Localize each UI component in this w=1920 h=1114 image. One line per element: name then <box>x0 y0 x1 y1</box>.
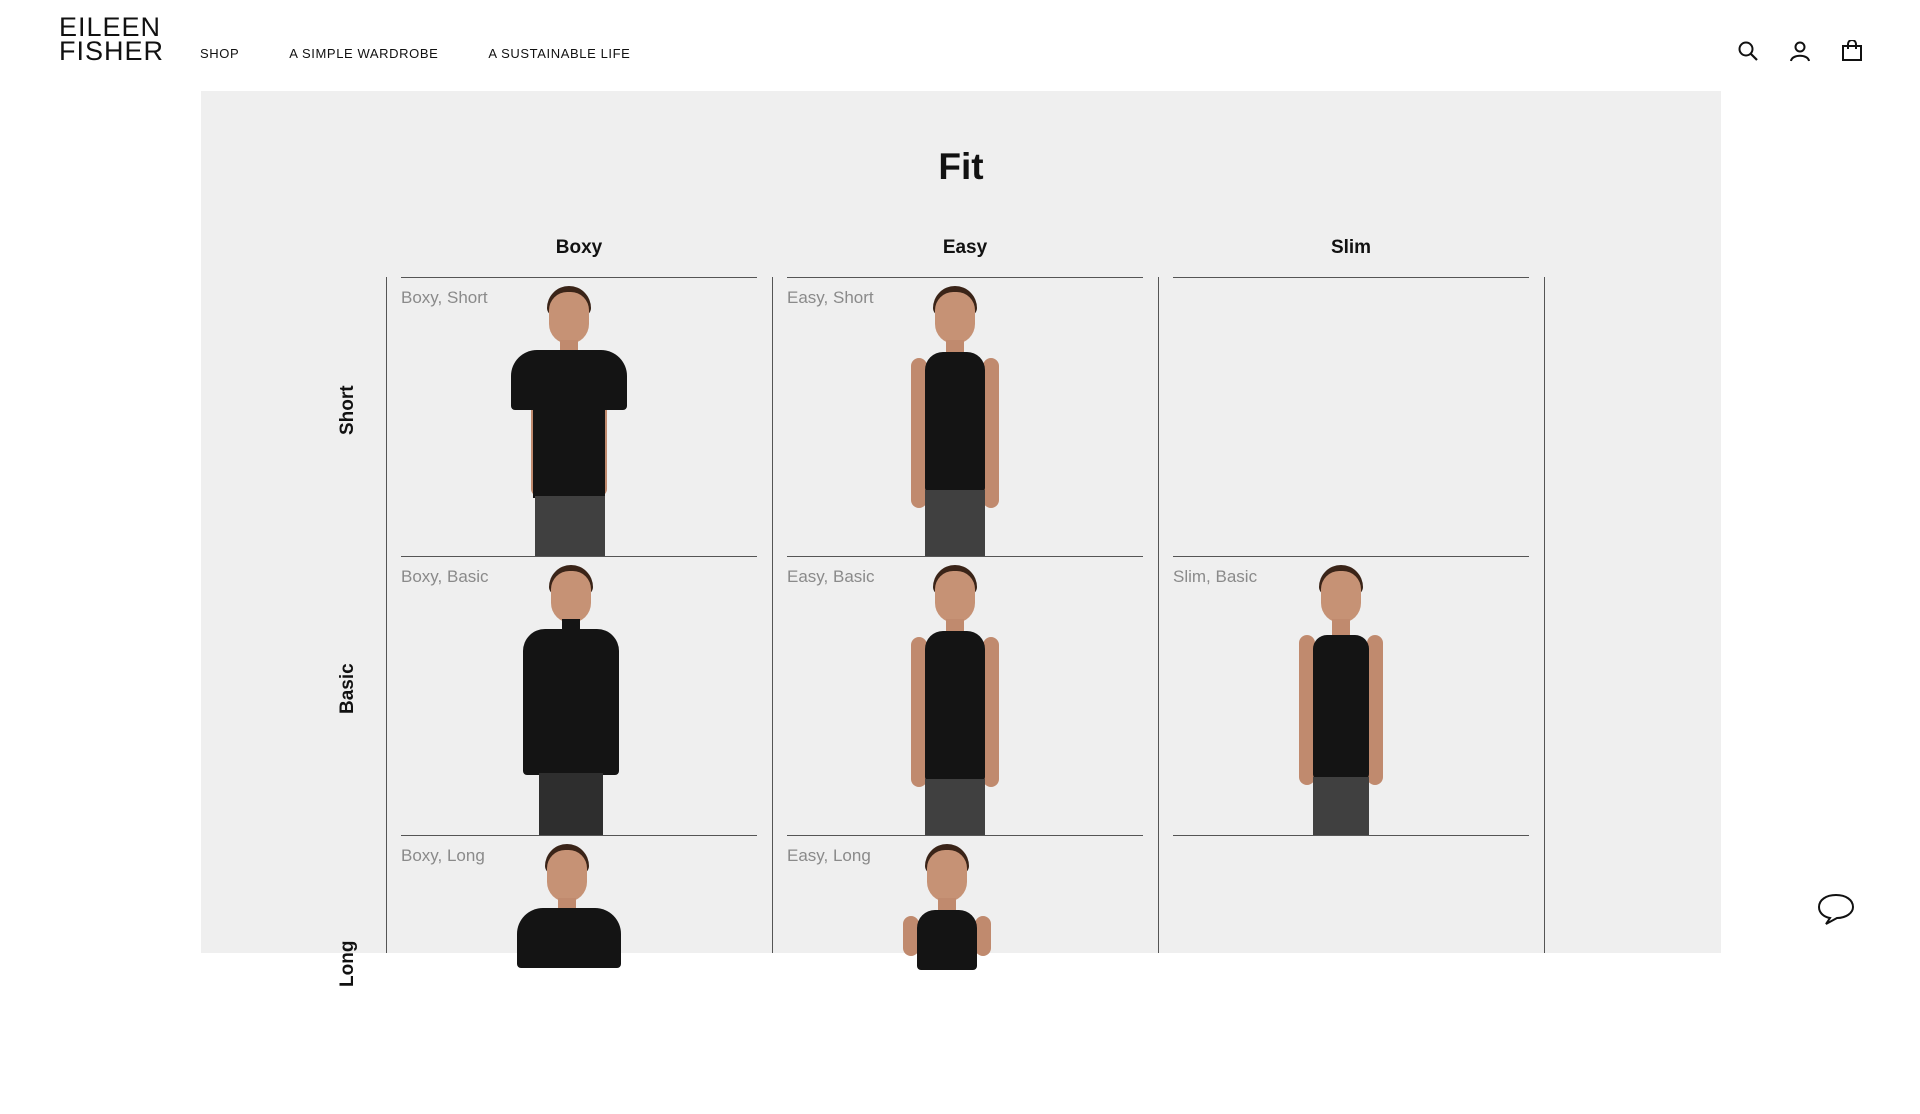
main-nav: SHOP A SIMPLE WARDROBE A SUSTAINABLE LIF… <box>200 46 680 61</box>
grid-vline <box>1544 277 1545 953</box>
row-header-long: Long <box>337 940 358 987</box>
fit-panel: Fit Boxy Easy Slim Short Basic Long Boxy… <box>201 91 1721 987</box>
cell-label: Boxy, Basic <box>401 567 489 586</box>
grid-vline <box>1158 277 1159 953</box>
brand-logo-line2: FISHER <box>59 36 165 66</box>
column-header-slim: Slim <box>1330 237 1372 258</box>
search-icon[interactable] <box>1735 38 1761 64</box>
cell-label: Easy, Short <box>787 288 874 307</box>
fit-cell-slim-long-empty <box>1173 836 1529 1114</box>
fit-cell-easy-short[interactable]: Easy, Short <box>787 278 1143 556</box>
fit-cell-easy-basic[interactable]: Easy, Basic <box>787 557 1143 835</box>
brand-logo[interactable]: EILEEN FISHER <box>59 14 165 66</box>
fit-cell-boxy-long[interactable]: Boxy, Long <box>401 836 757 1114</box>
cell-label: Boxy, Long <box>401 846 485 865</box>
nav-simple-wardrobe[interactable]: A SIMPLE WARDROBE <box>289 46 438 61</box>
nav-shop[interactable]: SHOP <box>200 46 239 61</box>
chat-bubble-icon[interactable] <box>1817 892 1855 926</box>
header-icons <box>1735 38 1865 64</box>
cell-label: Boxy, Short <box>401 288 488 307</box>
column-header-boxy: Boxy <box>555 237 603 258</box>
site-header: EILEEN FISHER SHOP A SIMPLE WARDROBE A S… <box>0 0 1920 91</box>
cell-label: Slim, Basic <box>1173 567 1258 586</box>
bag-icon[interactable] <box>1839 38 1865 64</box>
fit-cell-boxy-short[interactable]: Boxy, Short <box>401 278 757 556</box>
account-icon[interactable] <box>1787 38 1813 64</box>
row-header-basic: Basic <box>337 663 358 714</box>
fit-cell-slim-basic[interactable]: Slim, Basic <box>1173 557 1529 835</box>
fit-cell-slim-short-empty <box>1173 278 1529 556</box>
nav-sustainable-life[interactable]: A SUSTAINABLE LIFE <box>488 46 630 61</box>
row-header-short: Short <box>337 385 358 435</box>
fit-cell-boxy-basic[interactable]: Boxy, Basic <box>401 557 757 835</box>
fit-cell-easy-long[interactable]: Easy, Long <box>787 836 1143 1114</box>
fit-title: Fit <box>938 146 984 187</box>
column-header-easy: Easy <box>942 237 988 258</box>
cell-label: Easy, Long <box>787 846 871 865</box>
cell-label: Easy, Basic <box>787 567 875 586</box>
grid-vline <box>772 277 773 953</box>
grid-vline <box>386 277 387 953</box>
